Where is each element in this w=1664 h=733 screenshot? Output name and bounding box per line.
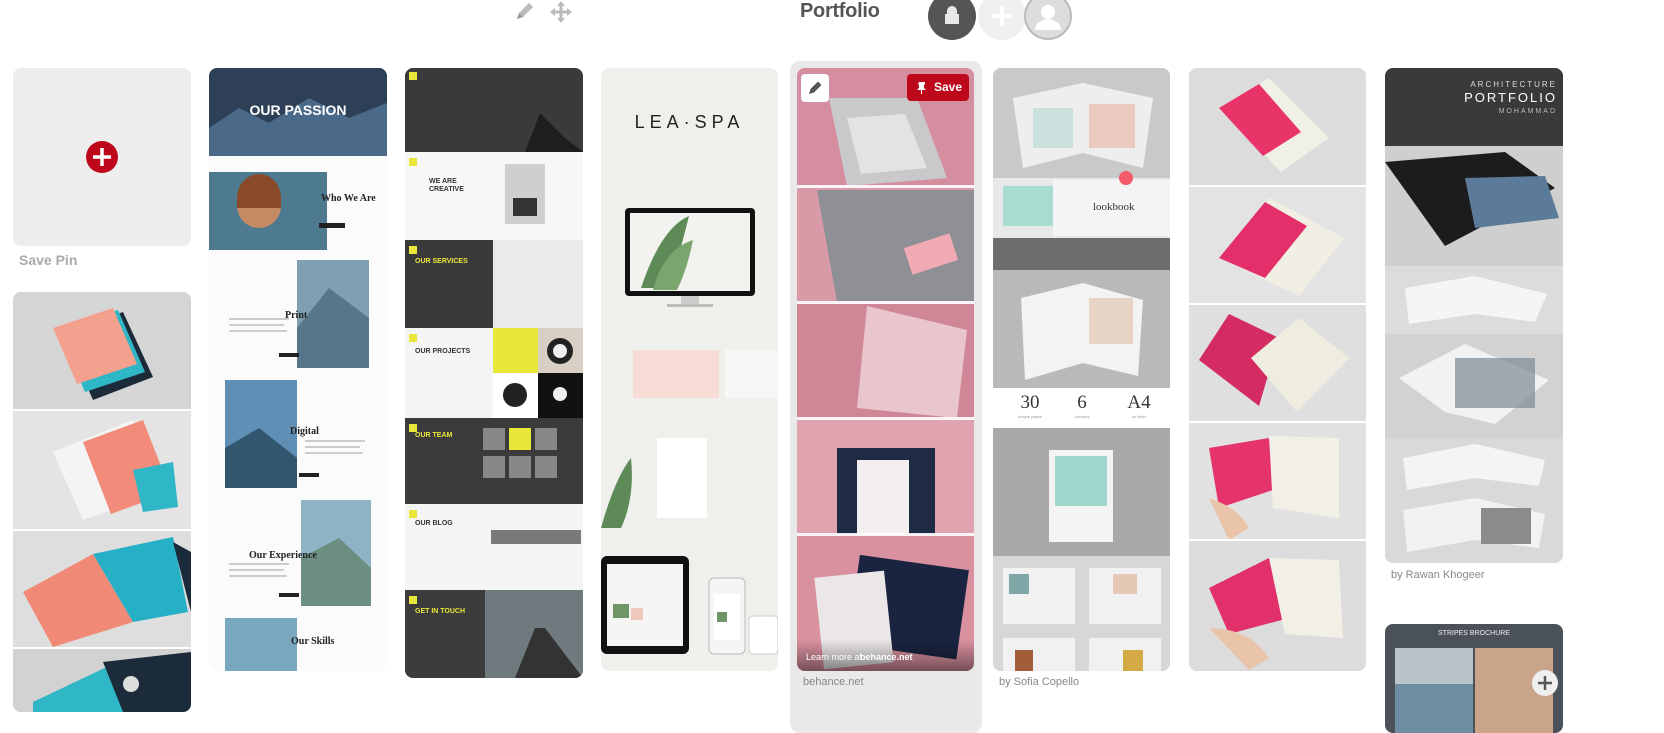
add-collaborator-icon[interactable]: [978, 0, 1026, 40]
pin-lookbook[interactable]: lookbook 30 unique pages 6 columns A4 us…: [993, 68, 1170, 671]
save-button[interactable]: Save: [907, 74, 969, 101]
section-our-team: OUR TEAM: [415, 432, 453, 439]
add-pin-button[interactable]: [1532, 670, 1558, 696]
stat-value: 6: [1077, 392, 1087, 413]
pin-architecture-portfolio[interactable]: ARCHITECTURE PORTFOLIO MOHAMMAD: [1385, 68, 1563, 563]
move-arrows-icon[interactable]: [548, 0, 574, 24]
pin-pink-folder[interactable]: [1189, 68, 1366, 671]
cover-title: PORTFOLIO: [1464, 90, 1557, 105]
save-pin-button[interactable]: [13, 68, 191, 246]
pin-lea-spa[interactable]: LEA·SPA: [601, 68, 778, 671]
stat-label: unique pages: [1017, 414, 1043, 419]
pin-attribution[interactable]: by Rawan Khogeer: [1391, 569, 1485, 581]
pin-source-caption[interactable]: behance.net: [803, 676, 864, 688]
pin-website-passion[interactable]: OUR PASSION Who We Are Print Digital Our…: [209, 68, 387, 671]
section-we-are-creative: WE ARE CREATIVE: [429, 178, 464, 193]
pin-attribution[interactable]: by Sofia Copello: [999, 676, 1079, 688]
save-button-label: Save: [934, 80, 963, 94]
board-header: Portfolio: [0, 0, 1664, 40]
headline-our-experience: Our Experience: [249, 550, 317, 561]
pin-brochure-coral-teal[interactable]: [13, 292, 191, 712]
section-our-services: OUR SERVICES: [415, 258, 468, 265]
section-our-blog: OUR BLOG: [415, 520, 453, 527]
pin-website-creative[interactable]: WE ARE CREATIVE OUR SERVICES OUR PROJECT…: [405, 68, 583, 678]
avatar[interactable]: [1024, 0, 1072, 40]
plus-circle-icon: [86, 141, 118, 173]
learn-more-overlay[interactable]: Learn more at behance.net: [797, 640, 974, 671]
learn-more-prefix: Learn more at: [806, 652, 863, 662]
stat-value: 30: [1020, 392, 1040, 413]
stat-label: us letter: [1131, 414, 1147, 419]
stripes-brochure-title: STRIPES BROCHURE: [1438, 630, 1510, 637]
headline-print: Print: [285, 310, 308, 321]
headline-our-skills: Our Skills: [291, 636, 335, 647]
headline-digital: Digital: [290, 426, 319, 437]
pin-files-pink[interactable]: Save Learn more at behance.net: [797, 68, 974, 671]
section-get-in-touch: GET IN TOUCH: [415, 608, 466, 615]
pencil-icon[interactable]: [512, 0, 538, 24]
cover-kicker: ARCHITECTURE: [1470, 80, 1557, 89]
lookbook-cover-title: lookbook: [1093, 201, 1135, 213]
brand-lea-spa: LEA·SPA: [634, 112, 745, 132]
stat-label: columns: [1074, 414, 1090, 419]
cover-author: MOHAMMAD: [1498, 108, 1557, 115]
edit-pin-button[interactable]: [801, 74, 829, 102]
secret-board-lock-icon[interactable]: [928, 0, 976, 40]
save-pin-label: Save Pin: [19, 252, 78, 268]
headline-who-we-are: Who We Are: [321, 193, 376, 204]
stat-value: A4: [1127, 392, 1151, 413]
lookbook-stats: 30 unique pages 6 columns A4 us letter: [993, 390, 1170, 428]
page-title: Portfolio: [800, 0, 880, 22]
headline-our-passion: OUR PASSION: [249, 102, 347, 118]
learn-more-domain[interactable]: behance.net: [860, 652, 913, 662]
plus-icon: [1538, 676, 1552, 690]
pencil-icon: [809, 81, 822, 94]
pushpin-icon: [917, 82, 926, 94]
section-our-projects: OUR PROJECTS: [415, 348, 471, 355]
